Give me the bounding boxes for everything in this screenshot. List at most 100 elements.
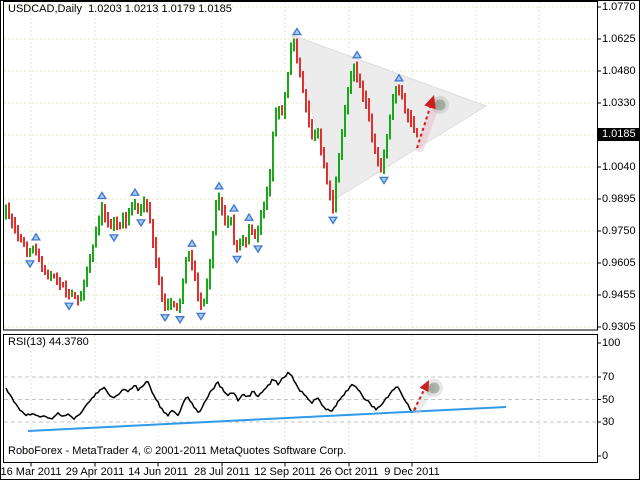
bullish-bar [113,217,115,231]
bearish-bar [236,240,238,253]
bearish-bar [305,89,307,113]
bullish-bar [29,248,31,257]
bearish-bar [23,237,25,247]
rsi-axis-label: 100 [602,337,620,349]
bearish-bar [308,100,310,127]
bearish-bar [44,265,46,275]
bearish-bar [296,38,298,63]
bearish-bar [299,57,301,77]
bearish-bar [161,277,163,302]
bearish-bar [368,98,370,122]
bullish-bar [248,224,250,245]
bullish-bar [212,231,214,268]
rsi-axis-label: 50 [602,394,614,406]
bearish-bar [224,205,226,225]
rsi-axis-label: 0 [602,450,608,462]
bullish-bar [230,217,232,225]
price-axis-label: 0.9605 [602,257,636,269]
rsi-axis-label: 30 [602,416,614,428]
date-label: 29 Apr 2011 [59,466,131,478]
bullish-bar [272,131,274,181]
date-label: 28 Jul 2011 [186,466,258,478]
bullish-bar [131,202,133,216]
bearish-bar [47,269,49,279]
bearish-bar [374,134,376,154]
bearish-bar [281,105,283,116]
bullish-bar [395,86,397,104]
bearish-bar [311,119,313,139]
bearish-bar [173,301,175,308]
bearish-bar [329,181,331,201]
price-axis-label: 0.9455 [602,289,636,301]
bearish-bar [377,147,379,167]
chart-window: USDCAD,Daily 1.0203 1.0213 1.0179 1.0185… [0,0,640,480]
bullish-bar [140,204,142,216]
bearish-bar [320,128,322,155]
rsi-indicator-label: RSI(13) 44.3780 [8,336,89,348]
date-label: 12 Sep 2011 [249,466,321,478]
bearish-bar [362,81,364,102]
bearish-bar [416,128,418,138]
date-label: 14 Jun 2011 [122,466,194,478]
bullish-bar [293,39,295,52]
bullish-bar [338,153,340,183]
bullish-bar [32,246,34,254]
bullish-bar [257,225,259,242]
bearish-bar [380,158,382,173]
bullish-bar [317,128,319,138]
bearish-bar [158,257,160,285]
bullish-bar [128,208,130,226]
price-axis-label: 0.9895 [602,193,636,205]
bullish-bar [143,196,145,212]
bearish-bar [56,272,58,285]
bullish-bar [335,177,337,213]
date-label: 16 Mar 2011 [0,466,67,478]
bearish-bar [155,237,157,268]
date-label: 9 Dec 2011 [376,466,448,478]
bearish-bar [200,293,202,310]
bearish-bar [53,274,55,279]
bullish-bar [167,299,169,311]
bearish-bar [146,199,148,212]
rsi-forecast-arrow-head [420,380,429,392]
chart-canvas[interactable] [1,1,640,480]
price-axis-label: 0.9750 [602,225,636,237]
bearish-bar [407,108,409,122]
bullish-bar [209,259,211,290]
bullish-bar [239,239,241,251]
price-axis-label: 1.0330 [602,97,636,109]
bullish-bar [242,235,244,246]
time-axis[interactable]: 16 Mar 201129 Apr 201114 Jun 201128 Jul … [1,464,640,480]
bearish-bar [323,147,325,168]
date-label: 26 Oct 2011 [313,466,385,478]
bearish-bar [20,234,22,242]
bullish-bar [50,271,52,281]
bullish-bar [206,278,208,303]
bullish-bar [278,106,280,120]
bullish-bar [389,115,391,140]
bearish-bar [59,277,61,290]
bullish-bar [5,205,7,220]
bearish-bar [413,116,415,133]
bearish-bar [410,110,412,127]
bearish-bar [371,114,373,143]
bearish-bar [359,73,361,88]
bearish-bar [11,213,13,228]
bearish-bar [164,293,166,311]
bullish-bar [203,298,205,306]
bearish-bar [302,71,304,93]
bearish-bar [332,190,334,214]
bearish-bar [68,289,70,300]
bullish-bar [266,186,268,210]
bullish-bar [188,251,190,261]
forecast-up-arrow-marker [435,100,446,111]
bullish-bar [122,212,124,228]
bullish-bar [383,149,385,174]
bearish-bar [251,225,253,235]
bullish-bar [287,72,289,98]
bearish-bar [17,225,19,242]
bearish-bar [65,281,67,298]
bearish-bar [14,217,16,233]
bullish-bar [182,279,184,304]
bearish-bar [365,90,367,109]
